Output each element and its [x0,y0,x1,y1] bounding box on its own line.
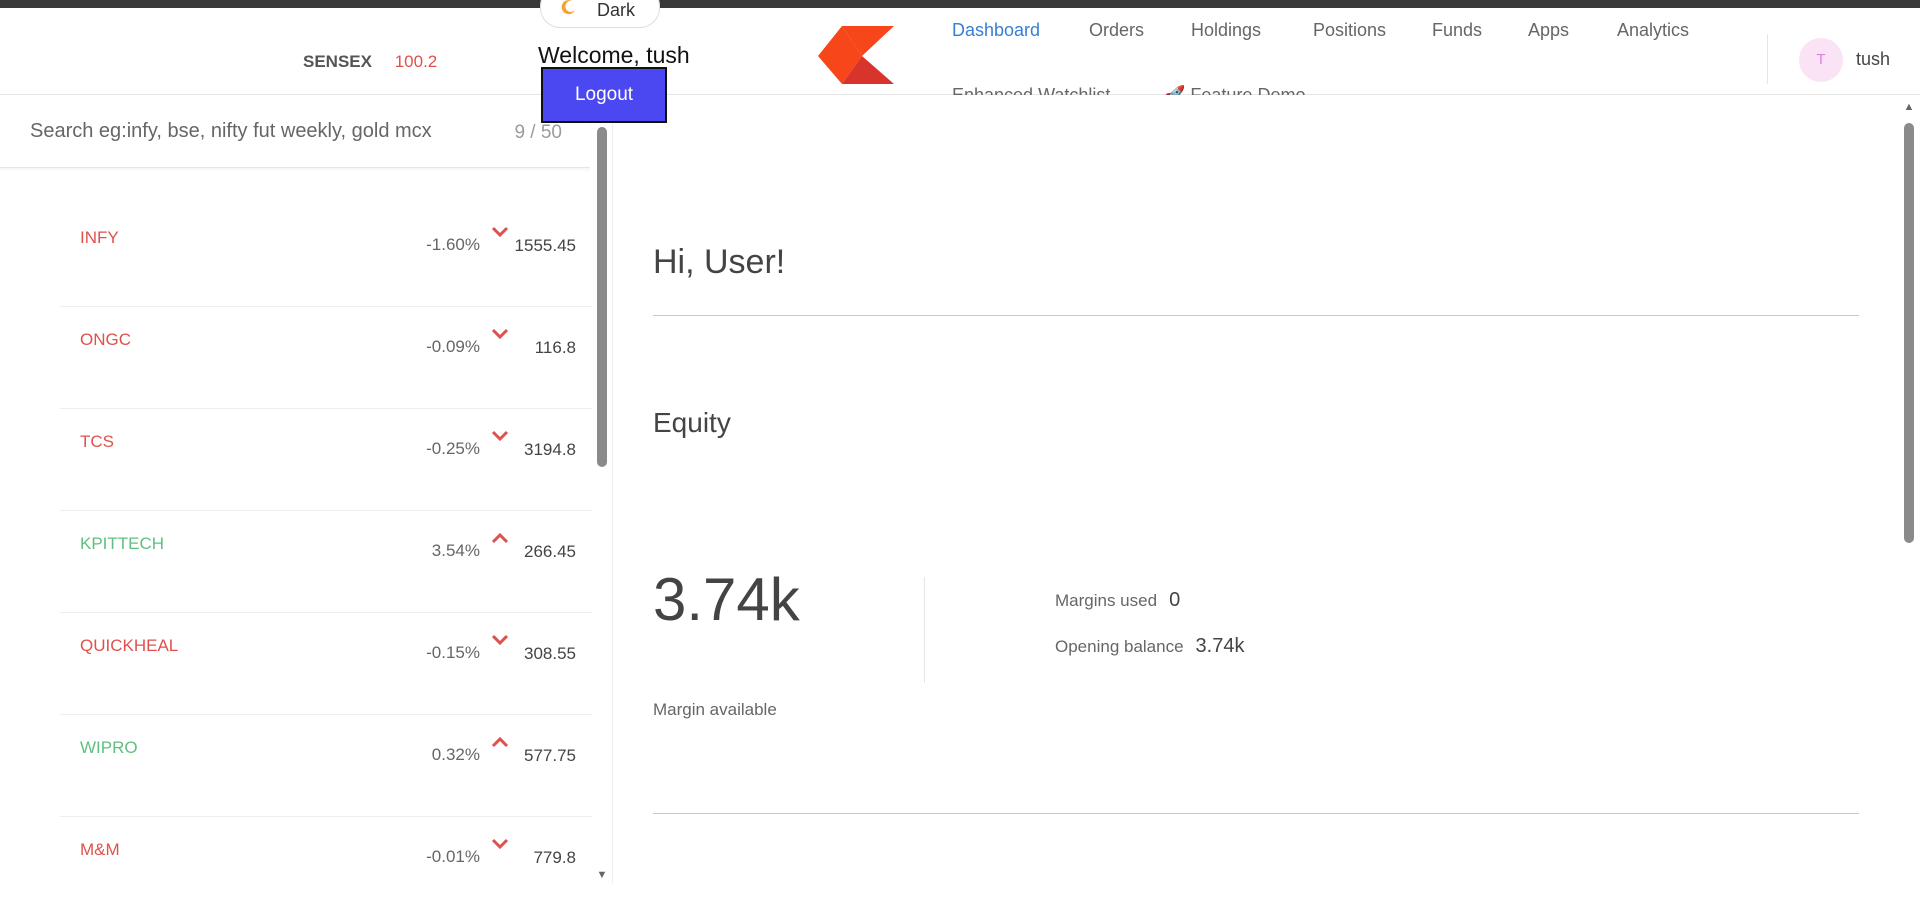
last-price: 266.45 [524,542,576,561]
scroll-down-arrow-icon[interactable]: ▼ [595,869,609,883]
chevron-down-icon [491,327,509,343]
avatar[interactable]: T [1799,38,1843,82]
opening-balance-value: 3.74k [1195,635,1245,657]
page-title: Hi, User! [653,243,786,281]
instrument-symbol: INFY [80,228,119,247]
header: SENSEX 100.2 Dark Welcome, tush Dashboar… [0,0,1920,105]
nav-divider [1767,34,1768,84]
stats-divider [924,577,925,683]
last-price: 779.8 [533,848,576,867]
change-percent: 3.54% [431,541,480,560]
watchlist-search[interactable]: Search eg:infy, bse, nifty fut weekly, g… [0,95,590,168]
instrument-symbol: WIPRO [80,738,138,757]
watchlist-item[interactable]: M&M -0.01% 779.8 [60,817,592,918]
scroll-up-arrow-icon[interactable]: ▲ [1902,101,1916,115]
last-price: 1555.45 [514,236,576,255]
divider [653,315,1859,316]
market-index: SENSEX 100.2 [303,52,437,72]
username[interactable]: tush [1856,49,1890,70]
margin-available-label: Margin available [653,700,777,719]
nav-positions[interactable]: Positions [1313,20,1386,41]
theme-toggle-label: Dark [597,0,636,20]
change-percent: -0.15% [426,643,480,662]
nav-holdings[interactable]: Holdings [1191,20,1261,41]
nav-funds[interactable]: Funds [1432,20,1482,41]
watchlist-item[interactable]: ONGC -0.09% 116.8 [60,307,592,409]
last-price: 116.8 [534,338,576,357]
watchlist-count: 9 / 50 [514,122,562,143]
change-percent: -0.01% [426,847,480,866]
search-input[interactable]: Search eg:infy, bse, nifty fut weekly, g… [30,120,432,143]
nav-orders[interactable]: Orders [1089,20,1144,41]
change-percent: 0.32% [431,745,480,764]
watchlist-item[interactable]: WIPRO 0.32% 577.75 [60,715,592,817]
change-percent: -0.25% [426,439,480,458]
nav-dashboard[interactable]: Dashboard [952,20,1040,41]
last-price: 577.75 [524,746,576,765]
kite-logo[interactable] [818,26,894,84]
margins-used-value: 0 [1169,589,1181,611]
section-title: Equity [653,407,731,438]
logout-button[interactable]: Logout [541,67,667,123]
watchlist-list: INFY -1.60% 1555.45 ONGC -0.09% 116.8 TC… [60,205,592,918]
index-value: 100.2 [394,52,438,71]
index-name: SENSEX [303,52,372,71]
watchlist-item[interactable]: QUICKHEAL -0.15% 308.55 [60,613,592,715]
theme-toggle-button[interactable]: Dark [540,0,660,28]
last-price: 308.55 [524,644,576,663]
chevron-down-icon [491,429,509,445]
watchlist-item[interactable]: TCS -0.25% 3194.8 [60,409,592,511]
top-strip [0,0,1920,8]
dashboard-main: Hi, User! Equity 3.74k Margin available … [614,95,1904,883]
main-scrollbar[interactable]: ▲ [1902,101,1916,883]
watchlist-scrollbar[interactable]: ▲ ▼ [595,101,609,883]
chevron-down-icon [491,633,509,649]
instrument-symbol: ONGC [80,330,131,349]
watchlist-item[interactable]: INFY -1.60% 1555.45 [60,205,592,307]
margins-used-label: Margins used [1055,591,1158,610]
divider [653,813,1859,814]
scrollbar-thumb[interactable] [597,127,607,467]
instrument-symbol: QUICKHEAL [80,636,179,655]
moon-icon [561,0,577,20]
opening-balance-row: Opening balance 3.74k [1055,635,1244,658]
watchlist-item[interactable]: KPITTECH 3.54% 266.45 [60,511,592,613]
instrument-symbol: M&M [80,840,120,859]
change-percent: -1.60% [426,235,480,254]
watchlist-panel: Search eg:infy, bse, nifty fut weekly, g… [0,95,613,883]
margin-available-value: 3.74k [653,566,800,633]
instrument-symbol: KPITTECH [80,534,165,553]
nav-analytics[interactable]: Analytics [1617,20,1689,41]
margins-used-row: Margins used 0 [1055,589,1180,612]
chevron-up-icon [491,531,509,547]
chevron-up-icon [491,735,509,751]
opening-balance-label: Opening balance [1055,637,1184,656]
change-percent: -0.09% [426,337,480,356]
instrument-symbol: TCS [80,432,114,451]
last-price: 3194.8 [524,440,576,459]
nav-apps[interactable]: Apps [1528,20,1569,41]
scrollbar-thumb[interactable] [1904,123,1914,543]
chevron-down-icon [491,837,509,853]
welcome-text: Welcome, tush [538,42,690,68]
chevron-down-icon [491,225,509,241]
